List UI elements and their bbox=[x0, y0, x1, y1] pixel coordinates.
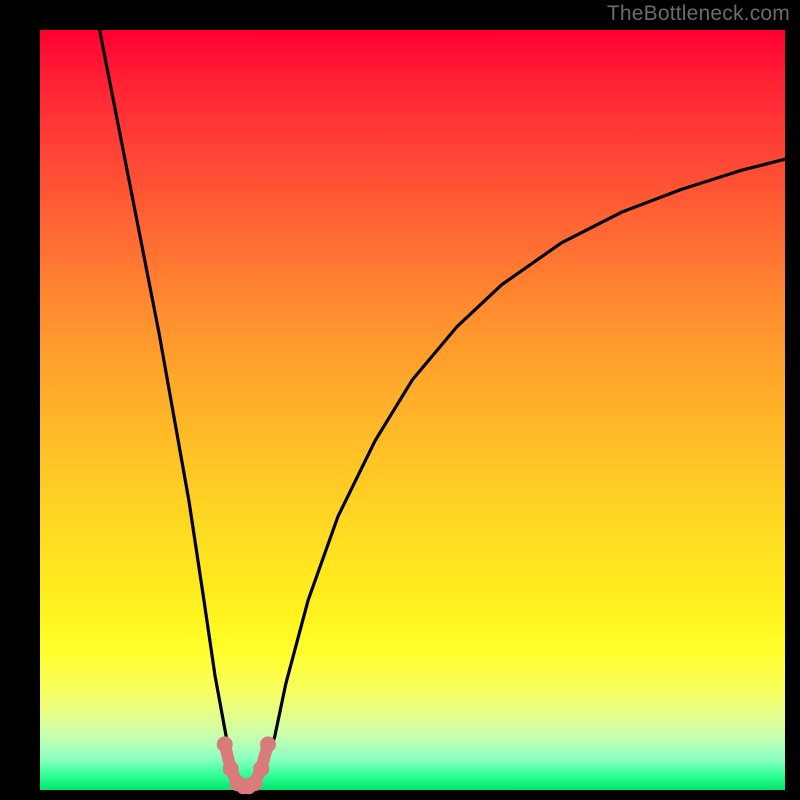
optimal-marker bbox=[260, 736, 276, 752]
optimal-marker bbox=[217, 736, 233, 752]
watermark-text: TheBottleneck.com bbox=[607, 2, 790, 26]
bottleneck-curve bbox=[100, 30, 785, 787]
optimal-marker bbox=[253, 761, 269, 777]
outer-frame: TheBottleneck.com bbox=[0, 0, 800, 800]
optimal-marker bbox=[247, 775, 263, 791]
chart-svg bbox=[0, 0, 800, 800]
optimal-marker bbox=[223, 761, 239, 777]
